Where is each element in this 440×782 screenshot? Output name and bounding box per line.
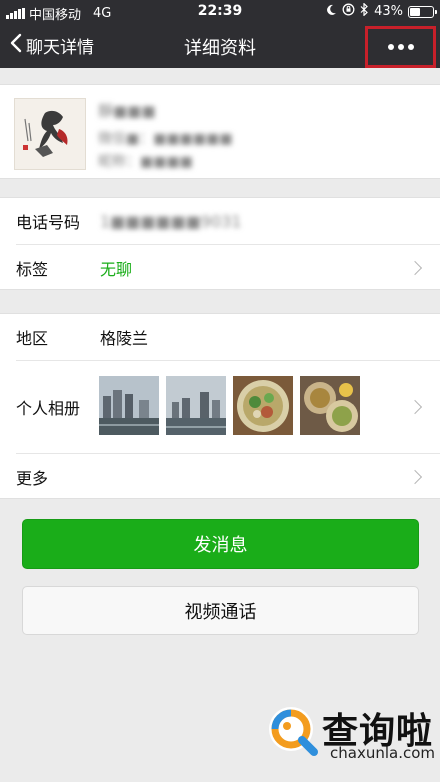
send-message-button[interactable]: 发消息: [22, 519, 419, 569]
avatar[interactable]: [14, 98, 86, 170]
phone-value[interactable]: 1■■■■■■9031: [100, 212, 242, 231]
nickname: 昵称：■■■■: [98, 154, 193, 170]
top-header: 中国移动 4G 22:39 43% 聊天详情 详细资料: [0, 0, 440, 68]
status-right: 43%: [325, 2, 437, 20]
battery-icon: [408, 5, 437, 18]
status-bar: 中国移动 4G 22:39 43%: [0, 0, 440, 24]
more-label: 更多: [16, 469, 49, 488]
dot-icon: [397, 44, 404, 50]
orientation-lock-icon: [342, 3, 355, 20]
search-logo-icon: [264, 702, 322, 764]
region-value: 格陵兰: [100, 329, 149, 348]
chevron-right-icon: [407, 399, 423, 415]
video-call-button[interactable]: 视频通话: [22, 586, 419, 635]
tag-value: 无聊: [100, 260, 133, 279]
album-photo-city[interactable]: [99, 376, 159, 435]
watermark: 查询啦 chaxunla.com: [262, 700, 438, 780]
battery-percent: 43%: [374, 4, 403, 19]
album-photo-food[interactable]: [300, 376, 360, 435]
dot-icon: [387, 44, 394, 50]
bluetooth-icon: [360, 2, 369, 20]
album-photo-food[interactable]: [233, 376, 293, 435]
tag-label: 标签: [16, 260, 49, 279]
remark-name: 靜■■■: [98, 102, 156, 120]
album-photo-city[interactable]: [166, 376, 226, 435]
phone-row[interactable]: 电话号码 1■■■■■■9031: [0, 198, 440, 244]
more-options-button[interactable]: [365, 26, 436, 68]
dot-icon: [407, 44, 414, 50]
moon-icon: [325, 4, 337, 20]
contact-card: 电话号码 1■■■■■■9031 标签 无聊: [0, 197, 440, 290]
chevron-right-icon: [407, 469, 423, 485]
more-row[interactable]: 更多: [0, 454, 440, 500]
album-label: 个人相册: [16, 399, 81, 418]
region-label: 地区: [16, 329, 49, 348]
nav-bar: 聊天详情 详细资料: [0, 24, 440, 68]
watermark-url: chaxunla.com: [330, 744, 435, 762]
wechat-id: 微信■：■■■■■■: [98, 131, 233, 147]
chevron-right-icon: [407, 260, 423, 276]
region-row: 地区 格陵兰: [0, 314, 440, 360]
tag-row[interactable]: 标签 无聊: [0, 245, 440, 291]
phone-label: 电话号码: [16, 213, 81, 232]
